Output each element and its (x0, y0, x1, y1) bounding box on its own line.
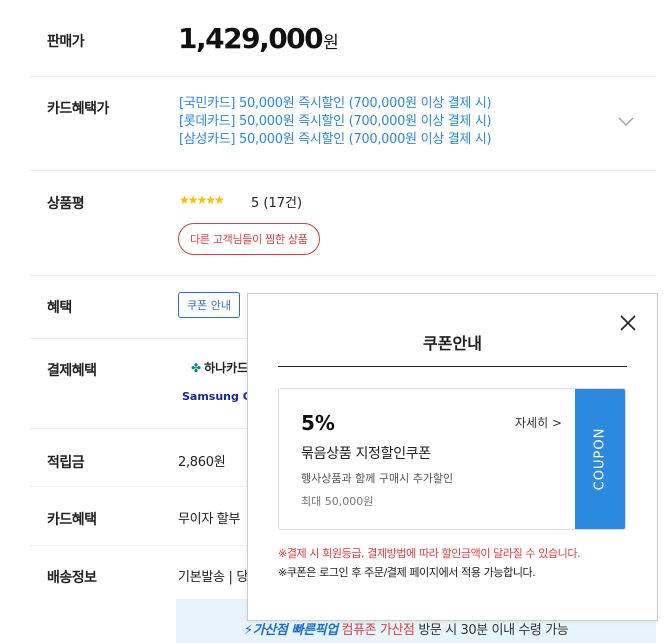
review-label: 상품평 (47, 196, 85, 212)
pickup-place: 컴퓨존 가산점 (341, 623, 415, 638)
review-row: 상품평 ★★★★★ 5 (17건) 다른 고객님들이 찜한 상품 (29, 171, 656, 276)
modal-title: 쿠폰안내 (423, 334, 482, 353)
wishlist-products-button[interactable]: 다른 고객님들이 찜한 상품 (178, 223, 320, 255)
shipping-label: 배송정보 (47, 570, 97, 586)
coupon-name: 묶음상품 지정할인쿠폰 (301, 446, 431, 462)
pickup-rest: 방문 시 30분 이내 수령 가능 (414, 623, 569, 638)
coupon-detail-link[interactable]: 자세히 > (515, 414, 562, 431)
hana-card-logo: ✤ 하나카드 (191, 361, 249, 375)
card-benefit-item: [삼성카드] 50,000원 즉시할인 (700,000원 이상 결제 시) (179, 132, 492, 147)
price-value: 1,429,000원 (178, 22, 339, 55)
coupon-note-2: ※쿠폰은 로그인 후 주문/결제 페이지에서 적용 가능합니다. (278, 566, 536, 579)
coupon-download-button[interactable]: COUPON (575, 389, 625, 529)
card-installment-label: 카드혜택 (47, 512, 97, 528)
coupon-notes: ※결제 시 회원등급, 결제방법에 따라 할인금액이 달라질 수 있습니다. ※… (278, 544, 581, 582)
price-unit: 원 (323, 33, 339, 53)
card-benefit-label: 카드혜택가 (47, 101, 109, 117)
pickup-brand: ⚡가산점 빠른픽업 (244, 623, 338, 638)
card-benefit-item: [롯데카드] 50,000원 즉시할인 (700,000원 이상 결제 시) (179, 114, 492, 129)
coupon-info-button[interactable]: 쿠폰 안내 (178, 292, 240, 318)
review-count[interactable]: 5 (17건) (251, 192, 302, 211)
coupon-note-1: ※결제 시 회원등급, 결제방법에 따라 할인금액이 달라질 수 있습니다. (278, 547, 581, 560)
hana-logo-icon: ✤ (191, 361, 202, 375)
price-label: 판매가 (47, 34, 85, 50)
points-label: 적립금 (47, 455, 85, 471)
card-installment-value: 무이자 할부 (178, 512, 241, 527)
pickup-text: ⚡가산점 빠른픽업 컴퓨존 가산점 방문 시 30분 이내 수령 가능 (244, 619, 569, 638)
star-rating-icon: ★★★★★ (179, 193, 225, 207)
card-benefit-item: [국민카드] 50,000원 즉시할인 (700,000원 이상 결제 시) (179, 96, 492, 111)
points-value: 2,860원 (178, 455, 226, 470)
close-icon[interactable] (619, 314, 637, 332)
coupon-card[interactable]: 5% 자세히 > 묶음상품 지정할인쿠폰 행사상품과 함께 구매시 추가할인 최… (278, 388, 626, 530)
payment-label: 결제혜택 (47, 363, 97, 379)
coupon-description: 행사상품과 함께 구매시 추가할인 (301, 472, 454, 485)
coupon-modal: 쿠폰안내 5% 자세히 > 묶음상품 지정할인쿠폰 행사상품과 함께 구매시 추… (247, 293, 658, 621)
coupon-percent: 5% (301, 411, 335, 435)
coupon-max: 최대 50,000원 (301, 495, 374, 508)
coupon-side-label: COUPON (592, 427, 608, 491)
price-row: 판매가 1,429,000원 (29, 0, 656, 77)
modal-divider (278, 366, 627, 367)
chevron-down-icon[interactable] (618, 117, 634, 127)
card-benefit-list: [국민카드] 50,000원 즉시할인 (700,000원 이상 결제 시) [… (179, 95, 492, 149)
shipping-value: 기본발송 | 당 (178, 570, 249, 585)
price-amount: 1,429,000 (178, 22, 324, 55)
benefit-label: 혜택 (47, 300, 72, 316)
card-benefit-row: 카드혜택가 [국민카드] 50,000원 즉시할인 (700,000원 이상 결… (29, 77, 656, 171)
